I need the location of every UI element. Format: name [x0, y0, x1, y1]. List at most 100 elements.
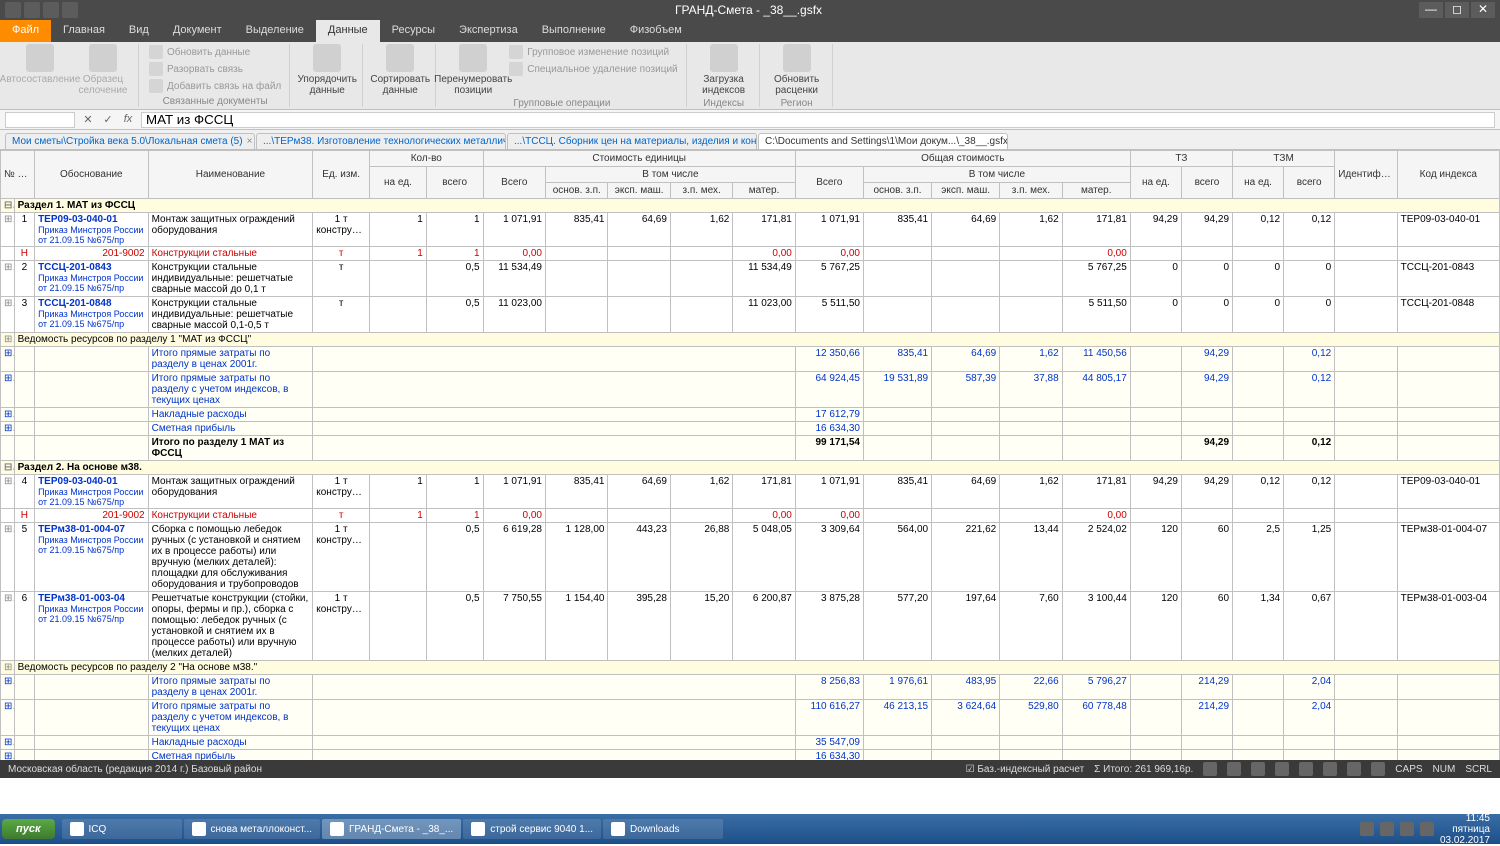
tray-icon[interactable] — [1420, 822, 1434, 836]
doc-tab-1[interactable]: ...\ТЕРм38. Изготовление технологических… — [256, 133, 506, 149]
col-tz[interactable]: ТЗ — [1130, 151, 1232, 167]
link-icon — [149, 79, 163, 93]
tab-document[interactable]: Документ — [161, 20, 234, 42]
status-num: NUM — [1433, 764, 1456, 775]
tab-selection[interactable]: Выделение — [234, 20, 316, 42]
cell-address-input[interactable] — [5, 112, 75, 128]
titlebar: ГРАНД-Смета - _38__.gsfx — ◻ ✕ — [0, 0, 1500, 20]
btn-refresh-data[interactable]: Обновить данные — [146, 44, 284, 60]
system-tray[interactable]: 11:45пятница03.02.2017 — [1352, 813, 1498, 846]
table-row: ⊞ 5ТЕРм38-01-004-07Приказ Минстроя Росси… — [1, 523, 1500, 592]
btn-break-link[interactable]: Разорвать связь — [146, 61, 284, 77]
icq-icon — [70, 822, 84, 836]
summary-row: ⊞ Итого прямые затраты по разделу в цена… — [1, 347, 1500, 372]
accept-icon[interactable]: ✓ — [101, 113, 115, 127]
delete-icon — [509, 62, 523, 76]
btn-group-change[interactable]: Групповое изменение позиций — [506, 44, 680, 60]
btn-order-data[interactable]: Упорядочить данные — [297, 44, 357, 96]
tab-view[interactable]: Вид — [117, 20, 161, 42]
qat-print-icon[interactable] — [62, 2, 78, 18]
qat-save-icon[interactable] — [5, 2, 21, 18]
clock[interactable]: 11:45пятница03.02.2017 — [1440, 813, 1490, 846]
table-row: Н201-9002Конструкции стальныет 110,000,0… — [1, 247, 1500, 261]
view-icon-4[interactable] — [1275, 762, 1289, 776]
subsection-header: ⊞Ведомость ресурсов по разделу 2 "На осн… — [1, 661, 1500, 675]
tab-execution[interactable]: Выполнение — [530, 20, 618, 42]
view-icon-8[interactable] — [1371, 762, 1385, 776]
col-obosn[interactable]: Обоснование — [35, 151, 149, 199]
task-grandsmeta[interactable]: ГРАНД-Смета - _38_... — [322, 819, 461, 839]
task-browser[interactable]: снова металлоконст... — [184, 819, 320, 839]
task-stroyservis[interactable]: строй сервис 9040 1... — [463, 819, 601, 839]
status-bar: Московская область (редакция 2014 г.) Ба… — [0, 760, 1500, 778]
task-downloads[interactable]: Downloads — [603, 819, 723, 839]
task-icq[interactable]: ICQ — [62, 819, 182, 839]
tab-resources[interactable]: Ресурсы — [380, 20, 447, 42]
tab-fizobem[interactable]: Физобъем — [618, 20, 694, 42]
gs-icon — [330, 822, 344, 836]
view-icon-6[interactable] — [1323, 762, 1337, 776]
section-header: ⊟Раздел 2. На основе м38. — [1, 461, 1500, 475]
cancel-icon[interactable]: ✕ — [81, 113, 95, 127]
status-scrl: SCRL — [1465, 764, 1492, 775]
status-caps: CAPS — [1395, 764, 1422, 775]
document-tabs: Мои сметы\Стройка века 5.0\Локальная сме… — [0, 130, 1500, 150]
group-group-ops: Групповые операции — [443, 96, 680, 109]
summary-row: ⊞ Итого прямые затраты по разделу с учет… — [1, 700, 1500, 736]
grid-container[interactable]: № п.п Обоснование Наименование Ед. изм. … — [0, 150, 1500, 760]
doc-tab-3[interactable]: C:\Documents and Settings\1\Мои докум...… — [758, 133, 1008, 149]
tray-icon[interactable] — [1360, 822, 1374, 836]
table-row: ⊞ 4ТЕР09-03-040-01Приказ Минстроя России… — [1, 475, 1500, 509]
view-icon-2[interactable] — [1227, 762, 1241, 776]
tray-icon[interactable] — [1400, 822, 1414, 836]
taskbar: пуск ICQ снова металлоконст... ГРАНД-Сме… — [0, 814, 1500, 844]
refresh-icon — [149, 45, 163, 59]
col-num[interactable]: № п.п — [1, 151, 35, 199]
col-kolvo[interactable]: Кол-во — [370, 151, 484, 167]
subsection-header: ⊞Ведомость ресурсов по разделу 1 "МАТ из… — [1, 333, 1500, 347]
fx-icon[interactable]: fx — [121, 113, 135, 127]
col-obsh[interactable]: Общая стоимость — [795, 151, 1130, 167]
col-tzm[interactable]: ТЗМ — [1233, 151, 1335, 167]
start-button[interactable]: пуск — [2, 819, 55, 839]
view-icon-3[interactable] — [1251, 762, 1265, 776]
summary-row: ⊞ Итого прямые затраты по разделу с учет… — [1, 372, 1500, 408]
view-icon-1[interactable] — [1203, 762, 1217, 776]
estimate-grid[interactable]: № п.п Обоснование Наименование Ед. изм. … — [0, 150, 1500, 760]
btn-sort-data[interactable]: Сортировать данные — [370, 44, 430, 96]
close-icon[interactable]: × — [247, 136, 253, 147]
col-kod[interactable]: Код индекса — [1397, 151, 1499, 199]
btn-sample: Образец селочение — [73, 44, 133, 96]
formula-input[interactable] — [141, 112, 1495, 128]
refresh-prices-icon — [783, 44, 811, 72]
tab-file[interactable]: Файл — [0, 20, 51, 42]
tab-main[interactable]: Главная — [51, 20, 117, 42]
table-row: ⊞ 3ТССЦ-201-0848Приказ Минстроя России о… — [1, 297, 1500, 333]
view-icon-7[interactable] — [1347, 762, 1361, 776]
btn-update-prices[interactable]: Обновить расценки — [767, 44, 827, 96]
col-stoim[interactable]: Стоимость единицы — [483, 151, 795, 167]
tab-data[interactable]: Данные — [316, 20, 380, 42]
btn-add-link[interactable]: Добавить связь на файл — [146, 78, 284, 94]
maximize-button[interactable]: ◻ — [1445, 2, 1469, 18]
tab-expertise[interactable]: Экспертиза — [447, 20, 530, 42]
qat-undo-icon[interactable] — [24, 2, 40, 18]
doc-tab-0[interactable]: Мои сметы\Стройка века 5.0\Локальная сме… — [5, 133, 255, 149]
summary-row: ⊞ Сметная прибыль 16 634,30 — [1, 422, 1500, 436]
qat-redo-icon[interactable] — [43, 2, 59, 18]
btn-renumber[interactable]: Перенумеровать позиции — [443, 44, 503, 96]
minimize-button[interactable]: — — [1419, 2, 1443, 18]
btn-special-delete[interactable]: Специальное удаление позиций — [506, 61, 680, 77]
col-naim[interactable]: Наименование — [148, 151, 313, 199]
doc-tab-2[interactable]: ...\ТССЦ. Сборник цен на материалы, изде… — [507, 133, 757, 149]
group-icon — [509, 45, 523, 59]
tray-icon[interactable] — [1380, 822, 1394, 836]
col-ident[interactable]: Идентификатор — [1335, 151, 1397, 199]
view-icon-5[interactable] — [1299, 762, 1313, 776]
close-button[interactable]: ✕ — [1471, 2, 1495, 18]
status-calc-mode: ☑ Баз.-индексный расчет — [966, 764, 1085, 775]
col-ed[interactable]: Ед. изм. — [313, 151, 370, 199]
btn-load-indexes[interactable]: Загрузка индексов — [694, 44, 754, 96]
ribbon-body: Автосоставление Образец селочение Обнови… — [0, 42, 1500, 110]
formula-bar: ✕ ✓ fx — [0, 110, 1500, 130]
